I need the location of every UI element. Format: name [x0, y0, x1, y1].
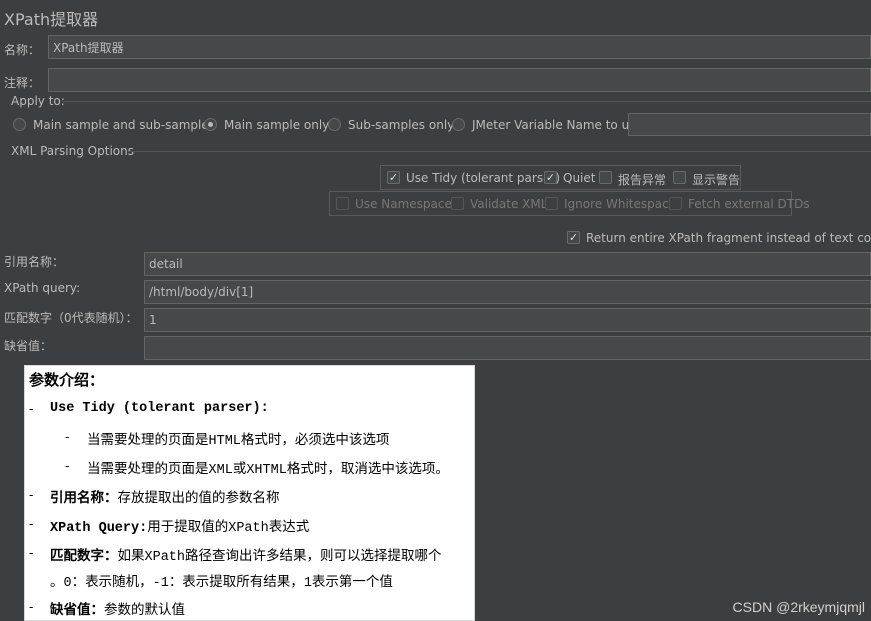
radio-main-only[interactable]	[204, 118, 217, 131]
radio-main-only-label[interactable]: Main sample only	[224, 118, 329, 132]
default-value-label: 缺省值：	[4, 339, 53, 353]
watermark: CSDN @2rkeymjqmjl	[732, 599, 865, 615]
use-namespaces-label[interactable]: Use Namespaces	[355, 197, 458, 211]
bullet-dash: -	[29, 516, 34, 531]
jmeter-variable-input[interactable]	[628, 113, 871, 136]
apply-to-legend: Apply to:	[11, 94, 65, 108]
show-warnings-checkbox[interactable]	[673, 171, 686, 184]
quiet-checkbox[interactable]: ✓	[544, 171, 557, 184]
radio-main-and-sub[interactable]	[13, 118, 26, 131]
report-errors-checkbox[interactable]	[599, 171, 612, 184]
ref-name-desc: 引用名称：存放提取出的值的参数名称	[50, 490, 280, 505]
xpath-query-input[interactable]: /html/body/div[1]	[144, 280, 871, 304]
comment-label: 注释：	[4, 76, 41, 90]
validate-xml-label[interactable]: Validate XML	[470, 197, 547, 211]
bullet-dash: -	[65, 429, 70, 444]
default-value-input[interactable]	[144, 336, 871, 360]
tidy-note-xml: 当需要处理的页面是XML或XHTML格式时，取消选中该选项。	[87, 461, 449, 478]
validate-xml-checkbox[interactable]	[451, 197, 464, 210]
bullet-dash: -	[29, 599, 34, 614]
use-tidy-label[interactable]: Use Tidy (tolerant parser)	[406, 171, 560, 185]
radio-sub-only[interactable]	[328, 118, 341, 131]
xml-options-legend: XML Parsing Options	[11, 144, 134, 158]
ignore-whitespace-checkbox[interactable]	[545, 197, 558, 210]
name-label: 名称：	[4, 43, 41, 57]
match-no-input[interactable]: 1	[144, 308, 871, 332]
xpath-query-desc: XPath Query:用于提取值的XPath表达式	[50, 519, 310, 536]
return-fragment-label[interactable]: Return entire XPath fragment instead of …	[586, 231, 871, 245]
bullet-dash: -	[29, 545, 34, 560]
xpath-query-label: XPath query:	[4, 281, 81, 295]
ignore-whitespace-label[interactable]: Ignore Whitespace	[564, 197, 676, 211]
name-input[interactable]: XPath提取器	[48, 35, 871, 59]
panel-title: XPath提取器	[4, 10, 99, 29]
bullet-dash: -	[29, 401, 34, 416]
parameter-info-panel: 参数介绍： - Use Tidy (tolerant parser): - 当需…	[24, 365, 475, 621]
match-no-label: 匹配数字（0代表随机）：	[4, 311, 138, 325]
tidy-term: Use Tidy (tolerant parser):	[50, 401, 269, 416]
fetch-dtds-label[interactable]: Fetch external DTDs	[688, 197, 810, 211]
radio-jmeter-variable[interactable]	[452, 118, 465, 131]
bullet-dash: -	[65, 458, 70, 473]
radio-jmeter-variable-label[interactable]: JMeter Variable Name to use	[472, 118, 643, 132]
use-tidy-checkbox[interactable]: ✓	[387, 171, 400, 184]
ref-name-input[interactable]: detail	[144, 252, 871, 276]
quiet-label[interactable]: Quiet	[563, 171, 595, 185]
report-errors-label[interactable]: 报告异常	[618, 171, 666, 188]
ref-name-label: 引用名称：	[4, 255, 65, 269]
match-no-desc-line2: 。0：表示随机，-1：表示提取所有结果，1表示第一个值	[50, 574, 393, 591]
tidy-note-html: 当需要处理的页面是HTML格式时，必须选中该选项	[87, 432, 390, 449]
radio-main-and-sub-label[interactable]: Main sample and sub-samples	[33, 118, 215, 132]
show-warnings-label[interactable]: 显示警告	[692, 171, 740, 188]
fetch-dtds-checkbox[interactable]	[669, 197, 682, 210]
bullet-dash: -	[29, 487, 34, 502]
radio-sub-only-label[interactable]: Sub-samples only	[348, 118, 454, 132]
comment-input[interactable]	[48, 68, 871, 92]
info-heading: 参数介绍：	[29, 372, 105, 389]
match-no-desc: 匹配数字：如果XPath路径查询出许多结果，则可以选择提取哪个	[50, 548, 442, 565]
default-value-desc: 缺省值：参数的默认值	[50, 602, 185, 617]
return-fragment-checkbox[interactable]: ✓	[567, 231, 580, 244]
use-namespaces-checkbox[interactable]	[336, 197, 349, 210]
